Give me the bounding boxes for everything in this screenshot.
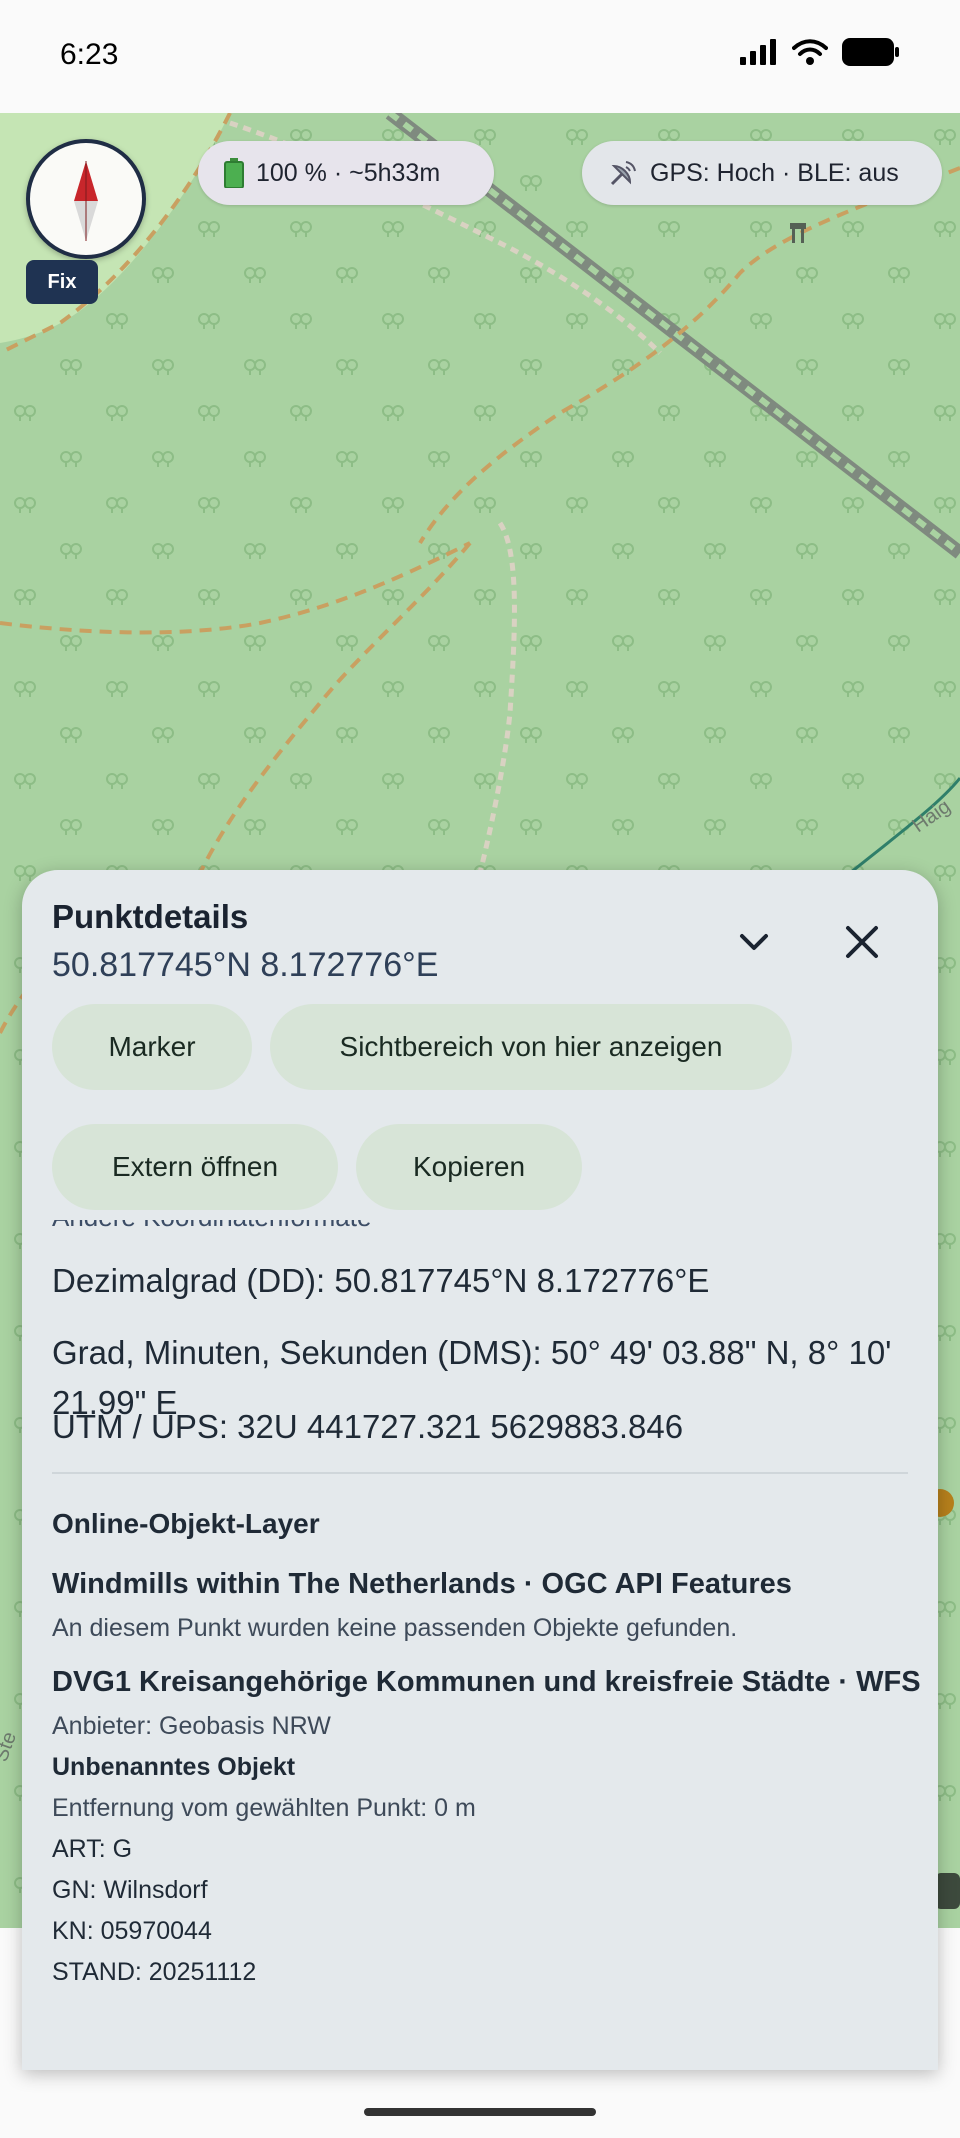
status-time: 6:23 [60,38,119,71]
collapse-button[interactable] [730,918,778,966]
layer-windmills-message: An diesem Punkt wurden keine passenden O… [52,1614,738,1642]
sheet-scroll-content[interactable]: Andere Koordinatenformate Dezimalgrad (D… [22,1220,938,2070]
object-attr-kn: KN: 05970044 [52,1917,212,1945]
object-attr-gn: GN: Wilnsdorf [52,1876,208,1904]
compass-button[interactable] [26,139,146,259]
battery-icon [224,158,244,188]
wifi-icon [792,39,828,65]
object-name: Unbenanntes Objekt [52,1753,296,1781]
gps-pill-label: GPS: Hoch · BLE: aus [650,158,899,187]
satellite-antenna-icon [610,161,636,186]
coord-utm[interactable]: UTM / UPS: 32U 441727.321 5629883.846 [52,1402,922,1452]
show-viewshed-button[interactable]: Sichtbereich von hier anzeigen [270,1004,792,1090]
section-divider [52,1472,908,1474]
battery-pill-label: 100 % · ~5h33m [256,158,441,187]
coord-dd[interactable]: Dezimalgrad (DD): 50.817745°N 8.172776°E [52,1256,922,1306]
battery-pill[interactable]: 100 % · ~5h33m [198,141,494,205]
coord-formats-heading: Andere Koordinatenformate [52,1220,371,1233]
chevron-down-icon [740,934,768,950]
sheet-title: Punktdetails [52,898,249,935]
sheet-coordinates: 50.817745°N 8.172776°E [52,946,439,984]
home-indicator[interactable] [364,2108,596,2116]
online-layers-title: Online-Objekt-Layer [52,1508,320,1539]
object-attr-art: ART: G [52,1835,133,1863]
object-attr-stand: STAND: 20251112 [52,1958,257,1986]
compass-needle-icon [74,161,98,241]
gps-pill[interactable]: GPS: Hoch · BLE: aus [582,141,942,205]
point-details-sheet: Punktdetails 50.817745°N 8.172776°E Mark… [22,870,938,2070]
close-icon [846,926,878,958]
status-bar: 6:23 [0,0,960,113]
layer-dvg1-title: DVG1 Kreisangehörige Kommunen und kreisf… [52,1666,921,1698]
fix-badge[interactable]: Fix [26,260,98,304]
signal-icon [740,39,776,65]
open-external-button[interactable]: Extern öffnen [52,1124,338,1210]
object-distance: Entfernung vom gewählten Punkt: 0 m [52,1794,476,1822]
close-button[interactable] [834,914,890,970]
copy-button[interactable]: Kopieren [356,1124,582,1210]
battery-status-icon [842,38,899,66]
layer-dvg1-provider: Anbieter: Geobasis NRW [52,1712,331,1740]
layer-windmills-title: Windmills within The Netherlands · OGC A… [52,1568,792,1600]
marker-button[interactable]: Marker [52,1004,252,1090]
